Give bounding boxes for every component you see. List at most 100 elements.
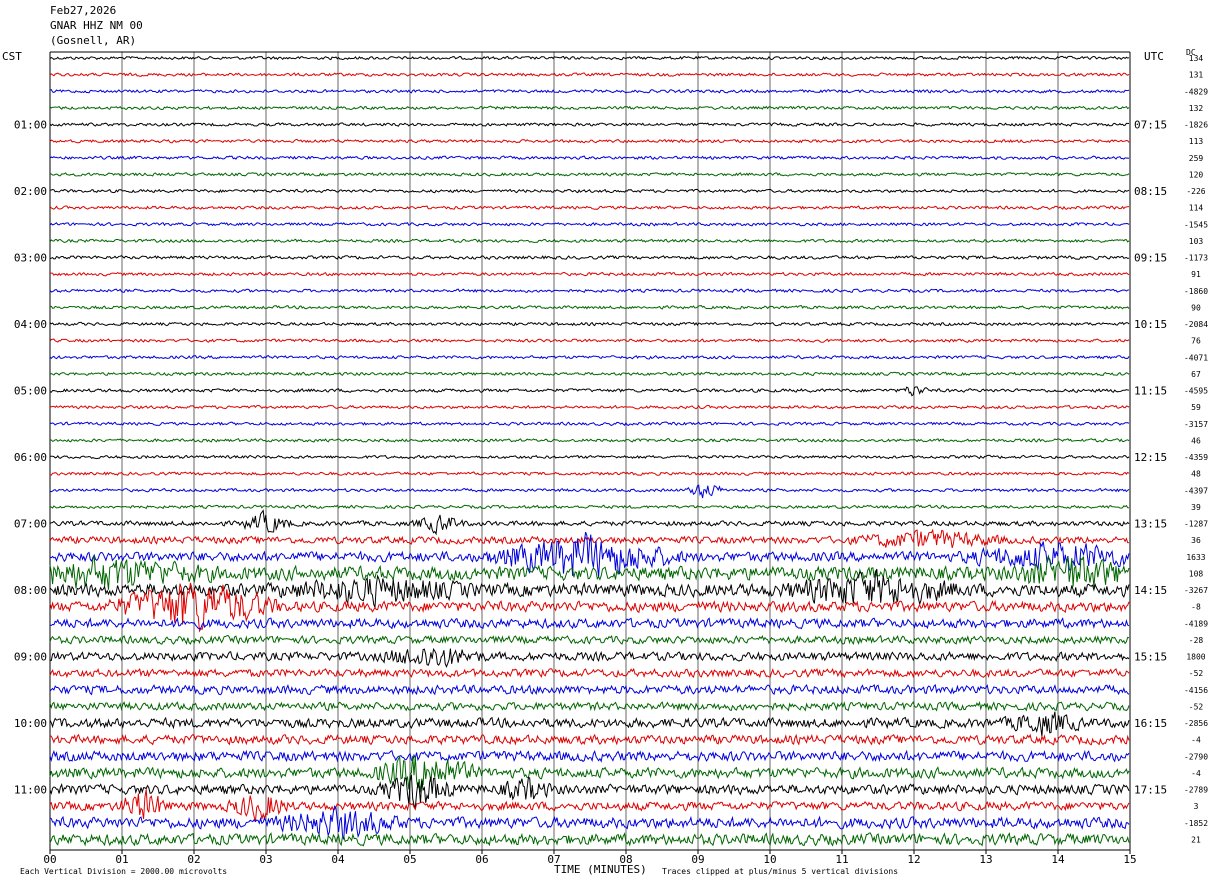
utc-hour-label: 08:15 bbox=[1134, 185, 1167, 198]
cst-hour-label: 06:00 bbox=[14, 451, 47, 464]
trace-11 bbox=[49, 238, 1130, 244]
x-tick-label: 06 bbox=[475, 853, 488, 866]
dc-offset-label: -4 bbox=[1191, 769, 1201, 778]
trace-39 bbox=[49, 701, 1130, 712]
record-date: Feb27,2026 bbox=[50, 4, 117, 17]
dc-offset-label: 259 bbox=[1189, 154, 1204, 163]
trace-38 bbox=[49, 683, 1130, 696]
dc-offset-label: 1800 bbox=[1186, 653, 1205, 662]
cst-hour-label: 03:00 bbox=[14, 252, 47, 265]
dc-offset-label: -1860 bbox=[1184, 287, 1208, 296]
utc-hour-label: 10:15 bbox=[1134, 318, 1167, 331]
dc-offset-label: 132 bbox=[1189, 104, 1204, 113]
x-tick-label: 05 bbox=[403, 853, 416, 866]
dc-offset-label: 113 bbox=[1189, 137, 1204, 146]
cst-hour-label: 09:00 bbox=[14, 651, 47, 664]
trace-42 bbox=[49, 749, 1130, 763]
trace-35 bbox=[49, 634, 1130, 646]
trace-15 bbox=[49, 305, 1130, 310]
trace-10 bbox=[49, 221, 1130, 227]
station-location: (Gosnell, AR) bbox=[50, 34, 137, 47]
trace-25 bbox=[49, 471, 1130, 476]
dc-offset-label: -3267 bbox=[1184, 586, 1208, 595]
utc-hour-label: 14:15 bbox=[1134, 584, 1167, 597]
x-tick-label: 02 bbox=[187, 853, 200, 866]
dc-offset-label: 21 bbox=[1191, 835, 1201, 844]
cst-hour-label: 08:00 bbox=[14, 584, 47, 597]
trace-0 bbox=[49, 55, 1130, 61]
trace-2 bbox=[49, 88, 1130, 94]
scale-note: Each Vertical Division = 2000.00 microvo… bbox=[20, 867, 228, 876]
dc-offset-label: -4829 bbox=[1184, 87, 1208, 96]
utc-hour-label: 15:15 bbox=[1134, 651, 1167, 664]
trace-26 bbox=[49, 484, 1130, 499]
dc-offset-label: 36 bbox=[1191, 536, 1201, 545]
dc-offset-label: -4189 bbox=[1184, 619, 1208, 628]
trace-9 bbox=[49, 205, 1130, 210]
dc-offset-label: -2790 bbox=[1184, 752, 1208, 761]
dc-axis-label: DC bbox=[1186, 48, 1196, 57]
x-tick-label: 12 bbox=[907, 853, 920, 866]
dc-offset-label: -226 bbox=[1186, 187, 1205, 196]
trace-20 bbox=[49, 386, 1130, 397]
dc-offset-label: 91 bbox=[1191, 270, 1201, 279]
dc-offset-label: -1173 bbox=[1184, 254, 1208, 263]
trace-47 bbox=[49, 832, 1130, 847]
x-tick-label: 15 bbox=[1123, 853, 1136, 866]
dc-offset-label: -3157 bbox=[1184, 420, 1208, 429]
x-tick-label: 03 bbox=[259, 853, 272, 866]
dc-offset-label: -28 bbox=[1189, 636, 1204, 645]
utc-hour-label: 12:15 bbox=[1134, 451, 1167, 464]
dc-offset-label: 90 bbox=[1191, 303, 1201, 312]
utc-hour-label: 07:15 bbox=[1134, 119, 1167, 132]
trace-36 bbox=[49, 647, 1130, 669]
dc-offset-label: -1852 bbox=[1184, 819, 1208, 828]
dc-offset-label: -4 bbox=[1191, 736, 1201, 745]
trace-4 bbox=[49, 122, 1130, 127]
x-tick-label: 13 bbox=[979, 853, 992, 866]
dc-offset-label: 103 bbox=[1189, 237, 1204, 246]
station-id: GNAR HHZ NM 00 bbox=[50, 19, 143, 32]
trace-27 bbox=[49, 504, 1130, 510]
trace-17 bbox=[49, 338, 1130, 343]
utc-hour-label: 17:15 bbox=[1134, 784, 1167, 797]
dc-offset-label: -1826 bbox=[1184, 121, 1208, 130]
dc-offset-label: -2856 bbox=[1184, 719, 1208, 728]
utc-hour-label: 09:15 bbox=[1134, 252, 1167, 265]
cst-hour-label: 05:00 bbox=[14, 385, 47, 398]
x-axis-title: TIME (MINUTES) bbox=[554, 863, 647, 876]
dc-offset-label: -4397 bbox=[1184, 486, 1208, 495]
trace-5 bbox=[49, 138, 1130, 144]
dc-offset-label: 48 bbox=[1191, 470, 1201, 479]
dc-offset-label: 39 bbox=[1191, 503, 1201, 512]
dc-offset-label: -1287 bbox=[1184, 520, 1208, 529]
trace-14 bbox=[49, 288, 1130, 294]
x-tick-label: 09 bbox=[691, 853, 704, 866]
dc-offset-label: 131 bbox=[1189, 71, 1204, 80]
x-tick-label: 00 bbox=[43, 853, 56, 866]
trace-23 bbox=[49, 438, 1130, 443]
x-tick-label: 14 bbox=[1051, 853, 1065, 866]
cst-hour-label: 10:00 bbox=[14, 717, 47, 730]
trace-40 bbox=[49, 711, 1130, 737]
dc-offset-label: 76 bbox=[1191, 337, 1201, 346]
trace-34 bbox=[50, 617, 1130, 630]
x-tick-label: 10 bbox=[763, 853, 776, 866]
trace-7 bbox=[49, 172, 1130, 177]
dc-offset-label: 1633 bbox=[1186, 553, 1205, 562]
dc-offset-label: 67 bbox=[1191, 370, 1201, 379]
trace-43 bbox=[49, 755, 1130, 793]
dc-offset-label: -4359 bbox=[1184, 453, 1208, 462]
dc-offset-label: -4595 bbox=[1184, 387, 1208, 396]
trace-12 bbox=[49, 255, 1130, 260]
x-tick-label: 01 bbox=[115, 853, 128, 866]
trace-6 bbox=[49, 155, 1130, 160]
trace-28 bbox=[49, 509, 1130, 536]
x-tick-label: 11 bbox=[835, 853, 848, 866]
cst-hour-label: 07:00 bbox=[14, 518, 47, 531]
seismogram-plot: 00 01 02 03 04 05 06 07 08 09 10 11 12 13 14 15134131-4… bbox=[14, 51, 1208, 866]
dc-offset-label: 46 bbox=[1191, 436, 1201, 445]
cst-axis-label: CST bbox=[2, 50, 22, 63]
trace-24 bbox=[50, 454, 1130, 460]
trace-8 bbox=[49, 188, 1130, 194]
